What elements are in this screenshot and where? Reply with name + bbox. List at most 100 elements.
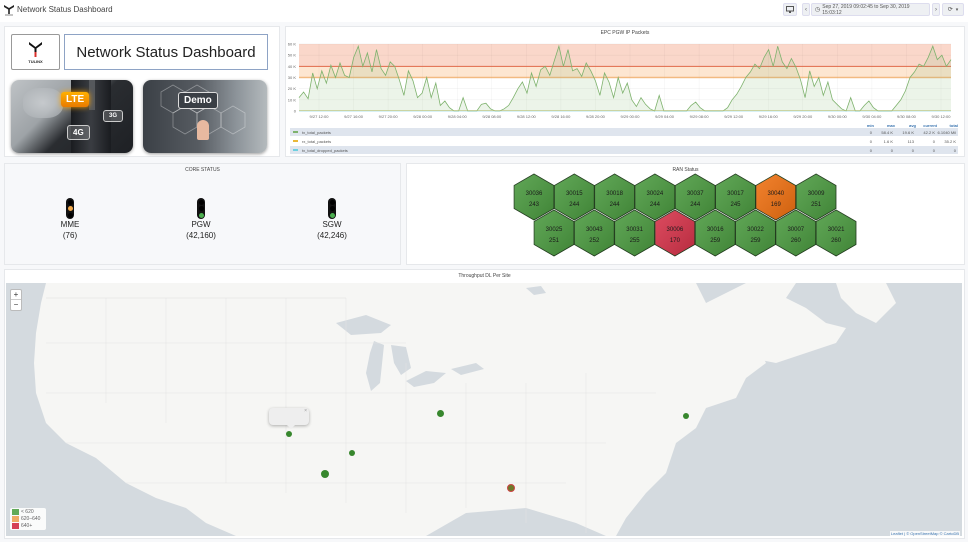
hex-site-value: 260 [791, 238, 802, 244]
company-logo: TULINX [11, 34, 60, 70]
y-tick-label: 60 K [288, 42, 297, 47]
x-tick-label: 9/29 20:00 [793, 114, 813, 119]
legend-series-name[interactable]: tx_total_packets [302, 130, 331, 135]
legend-item-mid: 620–640 [10, 516, 46, 522]
map-marker-san-francisco[interactable] [286, 431, 292, 437]
traffic-light-sgw [328, 198, 336, 219]
core-status-title: CORE STATUS [185, 167, 220, 173]
hex-site-id: 30006 [667, 227, 684, 233]
popup-close-icon[interactable]: × [304, 408, 307, 414]
zoom-out-button[interactable]: − [11, 300, 21, 310]
hex-site-id: 30018 [606, 191, 623, 197]
hex-site-value: 169 [771, 202, 782, 208]
map-marker-washington[interactable] [683, 413, 689, 419]
hex-site-value: 252 [589, 238, 600, 244]
hex-site-value: 251 [811, 202, 822, 208]
hex-network-icon [160, 84, 246, 135]
x-tick-label: 9/30 04:00 [862, 114, 882, 119]
map-canvas[interactable] [6, 283, 962, 536]
legend-series-tx-total[interactable]: tx_total_packets 0 58.4 K 19.6 K 42.2 K … [290, 128, 958, 136]
hex-site-value: 255 [630, 238, 641, 244]
x-tick-label: 9/28 20:00 [586, 114, 606, 119]
legend-color-green [12, 509, 19, 515]
hex-site-value: 244 [569, 202, 580, 208]
ran-hex-grid: 30036 243 30015 244 30018 244 30024 244 30037 244… [513, 173, 857, 257]
map-marker-denver[interactable] [436, 409, 444, 417]
legend-item-high: 640+ [10, 523, 46, 529]
hex-site-id: 30024 [647, 191, 664, 197]
x-tick-label: 9/28 16:00 [551, 114, 571, 119]
x-tick-label: 9/30 12:00 [932, 114, 952, 119]
hex-site-value: 243 [529, 202, 540, 208]
legend-series-tx-dropped[interactable]: tx_total_dropped_packets 0 0 0 0 0 [290, 146, 958, 154]
legend-label: 620–640 [21, 516, 41, 522]
traffic-light-bulb [198, 199, 204, 205]
app-logo-icon[interactable] [4, 4, 14, 16]
hex-site-value: 244 [610, 202, 621, 208]
hex-site-id: 30043 [586, 227, 603, 233]
stat-total: 35.2 K [944, 138, 956, 144]
time-back-button[interactable]: ‹ [802, 3, 810, 16]
zoom-in-button[interactable]: + [11, 290, 21, 300]
stat-current: 0 [932, 147, 935, 153]
y-tick-label: 50 K [288, 53, 297, 58]
traffic-light-bulb [329, 212, 335, 218]
hex-site-value: 260 [831, 238, 842, 244]
hex-site-id: 30007 [787, 227, 804, 233]
hex-site-id: 30040 [767, 191, 784, 197]
hex-site-id: 30021 [828, 227, 845, 233]
time-forward-button[interactable]: › [932, 3, 940, 16]
hex-site-value: 245 [730, 202, 741, 208]
3g-label: 3G [103, 110, 124, 122]
chevron-right-icon: › [935, 6, 937, 13]
traffic-light-bulb [67, 199, 73, 205]
time-range-picker[interactable]: ◷ Sep 27, 2019 09:02:45 to Sep 30, 2019 … [811, 3, 930, 16]
hex-site-id: 30017 [727, 191, 744, 197]
traffic-light-bulb [329, 206, 335, 211]
stat-avg: 113 [907, 138, 914, 144]
promo-image-demo[interactable]: Demo [143, 80, 267, 153]
stat-total: 0 [953, 147, 956, 153]
hex-site-value: 244 [650, 202, 661, 208]
hex-site-id: 30036 [526, 191, 543, 197]
map-attribution[interactable]: Leaflet | © OpenStreetMap © CartoDB [889, 531, 960, 536]
x-tick-label: 9/30 00:00 [828, 114, 848, 119]
legend-swatch-green [293, 131, 298, 133]
legend-swatch-yellow [293, 140, 298, 142]
hex-site-id: 30022 [747, 227, 764, 233]
caret-down-icon[interactable]: ▾ [956, 7, 959, 13]
basemap [34, 283, 896, 536]
hex-site-value: 170 [670, 238, 681, 244]
x-tick-label: 9/28 12:00 [517, 114, 537, 119]
legend-series-name[interactable]: rx_total_packets [302, 139, 331, 144]
x-tick-label: 9/29 16:00 [759, 114, 779, 119]
stat-min: 0 [869, 138, 872, 144]
refresh-button[interactable]: ⟳ ▾ [942, 3, 964, 16]
stat-min: 0 [869, 129, 872, 135]
hex-site-id: 30037 [687, 191, 704, 197]
promo-image-lte[interactable]: LTE 4G 3G [11, 80, 133, 153]
x-tick-label: 9/27 20:00 [379, 114, 399, 119]
map-marker-dallas[interactable] [507, 484, 515, 492]
core-node-value: (76) [62, 231, 78, 240]
traffic-light-bulb [67, 212, 73, 218]
pgw-packets-chart[interactable]: 0 10 K 20 K 30 K 40 K 50 K 60 K 9/27 12:00 9/27 … [285, 36, 965, 122]
refresh-icon: ⟳ [947, 7, 953, 13]
dashboard-title[interactable]: Network Status Dashboard [17, 5, 113, 14]
stat-current: 0 [932, 138, 935, 144]
map-marker-los-angeles[interactable] [321, 470, 329, 478]
map-legend: < 620 620–640 640+ [10, 508, 46, 530]
core-node-value: (42,160) [186, 231, 216, 240]
legend-series-name[interactable]: tx_total_dropped_packets [302, 148, 348, 153]
hex-site-value: 259 [750, 238, 761, 244]
tv-mode-button[interactable] [783, 3, 797, 16]
y-tick-label: 10 K [288, 97, 297, 102]
traffic-light-mme [66, 198, 74, 219]
x-tick-label: 9/28 08:00 [482, 114, 502, 119]
legend-label: 640+ [21, 523, 33, 529]
legend-color-orange [12, 516, 19, 522]
legend-series-rx-total[interactable]: rx_total_packets 0 1.6 K 113 0 35.2 K [290, 137, 958, 145]
core-node-name: PGW [191, 220, 211, 229]
map-marker-las-vegas[interactable] [349, 450, 355, 456]
traffic-light-bulb [198, 212, 204, 218]
